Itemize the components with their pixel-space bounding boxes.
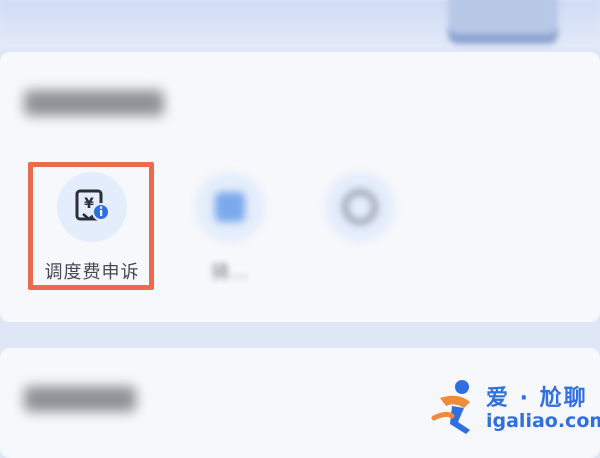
promo-image[interactable] xyxy=(448,0,558,44)
service-tile-2[interactable]: 骑… xyxy=(170,166,290,286)
service-tile-3[interactable] xyxy=(300,166,420,286)
section-title-blurred xyxy=(24,386,136,412)
blurred-icon xyxy=(325,172,395,242)
section-title-blurred xyxy=(24,90,164,116)
watermark-title: 爱 · 尬聊 xyxy=(486,386,588,411)
site-watermark: 爱 · 尬聊 igaliao.com xyxy=(430,376,600,438)
blurred-icon xyxy=(195,172,265,242)
runner-mascot-icon xyxy=(431,380,470,434)
service-tile-2-label: 骑… xyxy=(211,262,249,283)
highlight-box xyxy=(28,162,154,290)
watermark-url: igaliao.com xyxy=(486,410,600,432)
